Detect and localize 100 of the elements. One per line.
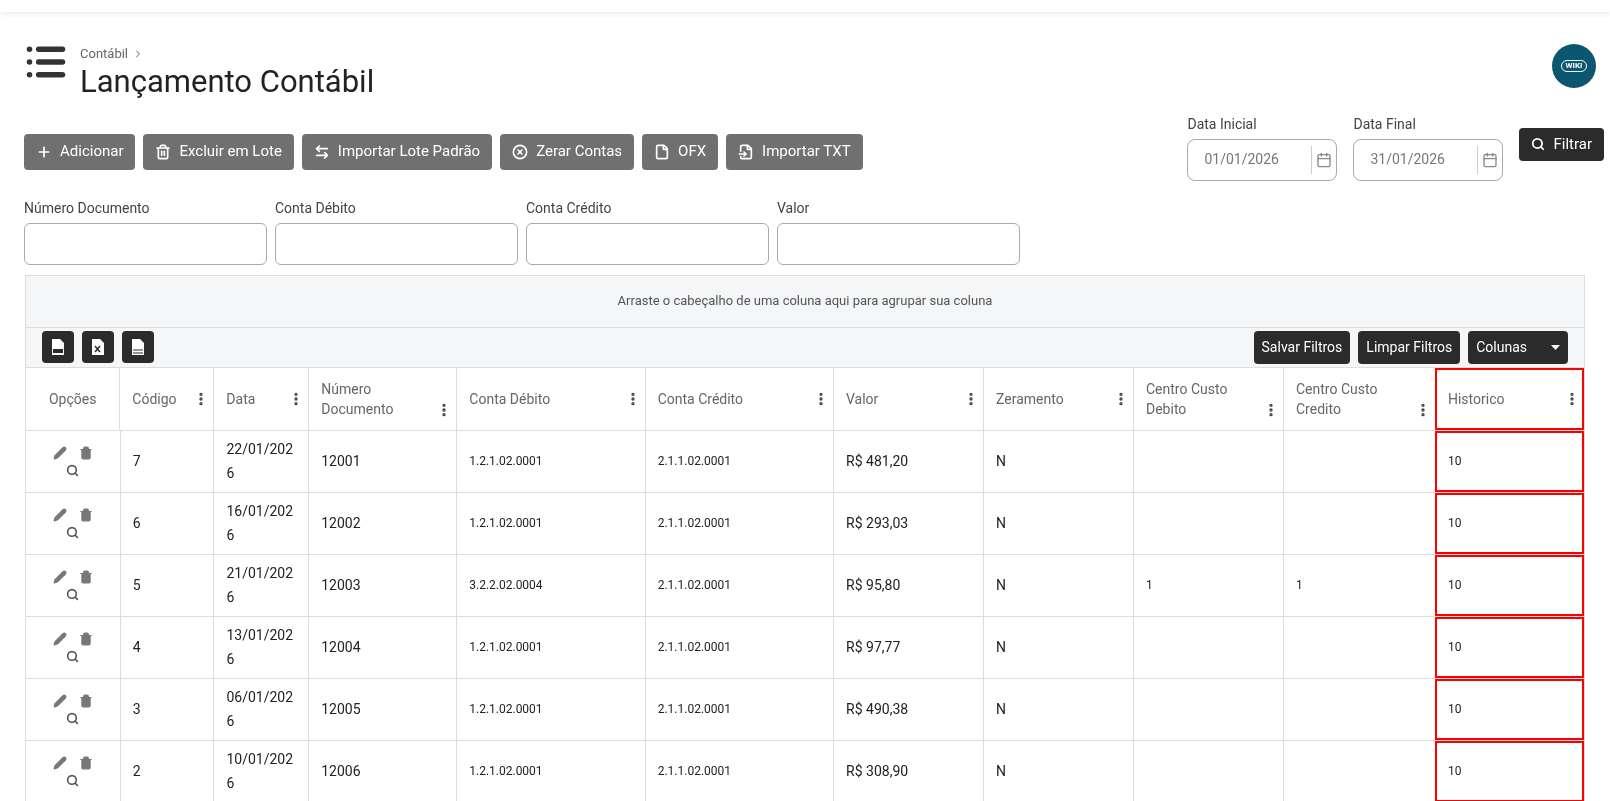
filter-field[interactable]: [526, 222, 769, 265]
trash-icon: [155, 143, 172, 160]
search-icon[interactable]: [66, 711, 80, 725]
search-icon[interactable]: [66, 773, 80, 787]
table-cell: 5: [119, 554, 214, 616]
table-cell: 10: [1435, 678, 1584, 740]
search-icon[interactable]: [66, 525, 80, 539]
header-label: Valor: [846, 389, 879, 409]
column-header[interactable]: Opções: [26, 367, 120, 430]
header-label: Centro Custo Debito: [1146, 379, 1229, 419]
field-label: Data Inicial: [1187, 114, 1258, 134]
filter-field[interactable]: [24, 222, 267, 265]
table-cell: 1: [1283, 554, 1435, 616]
table-cell: 2.1.1.02.0001: [644, 554, 834, 616]
delete-icon[interactable]: [78, 755, 93, 770]
table-cell: 7: [119, 430, 214, 492]
search-icon[interactable]: [66, 649, 80, 663]
search-icon[interactable]: [66, 463, 80, 477]
table-cell: 2.1.1.02.0001: [644, 616, 834, 678]
table-cell: 21/01/2026: [213, 554, 309, 616]
table-cell: 10: [1435, 554, 1584, 616]
table-cell: 6: [119, 492, 214, 554]
pdf-export-button[interactable]: [42, 331, 74, 363]
edit-icon[interactable]: [52, 445, 67, 460]
column-header[interactable]: Número Documento: [308, 367, 457, 430]
column-header[interactable]: Data: [213, 367, 309, 430]
action-button[interactable]: Importar TXT: [726, 133, 863, 170]
table-cell: 10: [1435, 740, 1584, 801]
table-cell: 12002: [308, 492, 457, 554]
table-cell: 2.1.1.02.0001: [644, 430, 834, 492]
column-header[interactable]: Historico: [1434, 367, 1584, 430]
csv-export-button[interactable]: [122, 331, 154, 363]
wiki-logo[interactable]: WIKI: [1552, 44, 1596, 88]
table-cell: 12001: [308, 430, 457, 492]
search-icon: [1531, 137, 1546, 151]
table-cell: 22/01/2026: [213, 430, 309, 492]
file-icon: [654, 143, 671, 160]
filter-field[interactable]: [777, 222, 1020, 265]
page-title: Lançamento Contábil: [80, 63, 375, 100]
action-button[interactable]: Importar Lote Padrão: [301, 133, 493, 170]
table-cell: R$ 308,90: [833, 740, 984, 801]
table-cell: 13/01/2026: [213, 616, 309, 678]
delete-icon[interactable]: [78, 507, 93, 522]
column-header[interactable]: Centro Custo Credito: [1283, 367, 1435, 430]
table-cell: R$ 293,03: [833, 492, 984, 554]
swap-arrows-icon: [313, 143, 330, 160]
column-header[interactable]: Código: [119, 367, 214, 430]
file-download-icon: [51, 338, 65, 356]
edit-icon[interactable]: [52, 755, 67, 770]
edit-icon[interactable]: [52, 569, 67, 584]
grid-button[interactable]: Limpar Filtros: [1358, 330, 1461, 364]
header-label: Conta Débito: [469, 389, 551, 409]
xls-export-button[interactable]: [82, 331, 114, 363]
field-label: Conta Crédito: [526, 198, 613, 218]
column-header[interactable]: Conta Débito: [456, 367, 645, 430]
date-field[interactable]: 31/01/2026: [1353, 138, 1504, 181]
table-cell: 12006: [308, 740, 457, 801]
columns-dropdown[interactable]: Colunas: [1468, 330, 1568, 364]
delete-icon[interactable]: [78, 569, 93, 584]
filter-field[interactable]: [275, 222, 518, 265]
table-cell: 16/01/2026: [213, 492, 309, 554]
table-cell: 1.2.1.02.0001: [456, 492, 645, 554]
table-cell: 2.1.1.02.0001: [644, 678, 834, 740]
column-header[interactable]: Zeramento: [983, 367, 1133, 430]
action-button[interactable]: Excluir em Lote: [143, 133, 294, 170]
table-cell: 1.2.1.02.0001: [456, 616, 645, 678]
action-button[interactable]: Zerar Contas: [500, 133, 635, 170]
table-cell: 4: [119, 616, 214, 678]
search-icon[interactable]: [66, 587, 80, 601]
delete-icon[interactable]: [78, 445, 93, 460]
action-button[interactable]: Adicionar: [24, 133, 136, 170]
grid-button[interactable]: Salvar Filtros: [1253, 330, 1351, 364]
action-button[interactable]: OFX: [642, 133, 719, 170]
calendar-icon[interactable]: [1316, 151, 1333, 168]
caret-icon: [1551, 344, 1560, 350]
header-label: Opções: [48, 389, 97, 409]
table-cell: N: [983, 430, 1134, 492]
table-cell: N: [983, 554, 1134, 616]
breadcrumb-link[interactable]: Contábil: [80, 44, 128, 64]
column-header[interactable]: Conta Crédito: [644, 367, 833, 430]
table-cell: 1.2.1.02.0001: [456, 430, 645, 492]
column-header[interactable]: Valor: [833, 367, 983, 430]
header-label: Zeramento: [996, 389, 1064, 409]
table-cell: 3.2.2.02.0004: [456, 554, 645, 616]
calendar-icon[interactable]: [1482, 151, 1499, 168]
table-cell: 12005: [308, 678, 457, 740]
header-label: Centro Custo Credito: [1296, 379, 1379, 419]
delete-icon[interactable]: [78, 693, 93, 708]
date-field[interactable]: 01/01/2026: [1187, 138, 1338, 181]
table-cell: 10: [1435, 616, 1584, 678]
edit-icon[interactable]: [52, 693, 67, 708]
table-cell: 1: [1133, 554, 1284, 616]
header-label: Conta Crédito: [657, 389, 744, 409]
delete-icon[interactable]: [78, 631, 93, 646]
table-cell: R$ 95,80: [833, 554, 984, 616]
column-header[interactable]: Centro Custo Debito: [1133, 367, 1283, 430]
field-label: Valor: [777, 198, 811, 218]
filter-button[interactable]: Filtrar: [1519, 127, 1604, 161]
edit-icon[interactable]: [52, 507, 67, 522]
edit-icon[interactable]: [52, 631, 67, 646]
